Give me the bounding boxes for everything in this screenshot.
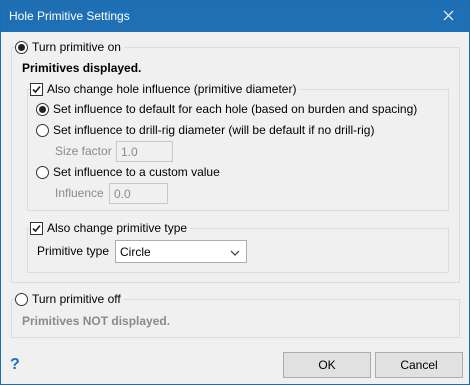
- size-factor-label: Size factor: [55, 144, 112, 158]
- turn-off-label: Turn primitive off: [32, 292, 121, 306]
- influence-drill-rig-radio[interactable]: [36, 123, 49, 137]
- turn-on-radio-indicator[interactable]: [15, 40, 28, 54]
- turn-on-label: Turn primitive on: [32, 40, 121, 54]
- influence-option-default[interactable]: Set influence to default for each hole (…: [36, 102, 417, 116]
- cancel-button-label: Cancel: [400, 358, 438, 372]
- title-bar: Hole Primitive Settings: [1, 1, 469, 32]
- help-icon[interactable]: ?: [10, 356, 20, 374]
- ok-button-label: OK: [318, 358, 336, 372]
- primitive-type-checkbox-label: Also change primitive type: [47, 221, 188, 235]
- primitive-type-label: Primitive type: [37, 244, 110, 258]
- influence-checkbox[interactable]: Also change hole influence (primitive di…: [30, 82, 300, 96]
- influence-checkbox-box[interactable]: [30, 82, 43, 96]
- influence-custom-radio[interactable]: [36, 165, 49, 179]
- window-title: Hole Primitive Settings: [9, 9, 130, 23]
- primitive-type-select[interactable]: Circle: [115, 240, 247, 263]
- primitives-not-displayed-status: Primitives NOT displayed.: [22, 314, 171, 328]
- influence-option-custom[interactable]: Set influence to a custom value: [36, 165, 220, 179]
- turn-off-radio[interactable]: Turn primitive off: [15, 292, 124, 306]
- size-factor-input[interactable]: [116, 141, 173, 162]
- checkmark-icon: [32, 85, 41, 93]
- ok-button[interactable]: OK: [283, 352, 371, 378]
- turn-on-radio[interactable]: Turn primitive on: [15, 40, 124, 54]
- primitive-type-value: Circle: [120, 244, 151, 259]
- influence-default-radio[interactable]: [36, 102, 49, 116]
- close-button[interactable]: [427, 1, 469, 32]
- close-icon: [443, 10, 454, 24]
- cancel-button[interactable]: Cancel: [375, 352, 463, 378]
- chevron-down-icon: [230, 245, 240, 259]
- primitives-displayed-status: Primitives displayed.: [22, 61, 142, 75]
- checkmark-icon: [32, 224, 41, 232]
- influence-value-input[interactable]: [109, 183, 168, 204]
- influence-value-label: Influence: [55, 186, 104, 200]
- influence-default-label: Set influence to default for each hole (…: [53, 102, 418, 116]
- primitive-type-checkbox[interactable]: Also change primitive type: [30, 221, 191, 235]
- primitive-type-checkbox-box[interactable]: [30, 221, 43, 235]
- influence-option-drill-rig[interactable]: Set influence to drill-rig diameter (wil…: [36, 123, 374, 137]
- influence-checkbox-label: Also change hole influence (primitive di…: [47, 82, 297, 96]
- dialog-window: Hole Primitive Settings Turn primitive o…: [0, 0, 470, 385]
- influence-custom-label: Set influence to a custom value: [53, 165, 220, 179]
- influence-drill-rig-label: Set influence to drill-rig diameter (wil…: [53, 123, 375, 137]
- turn-off-radio-indicator[interactable]: [15, 292, 28, 306]
